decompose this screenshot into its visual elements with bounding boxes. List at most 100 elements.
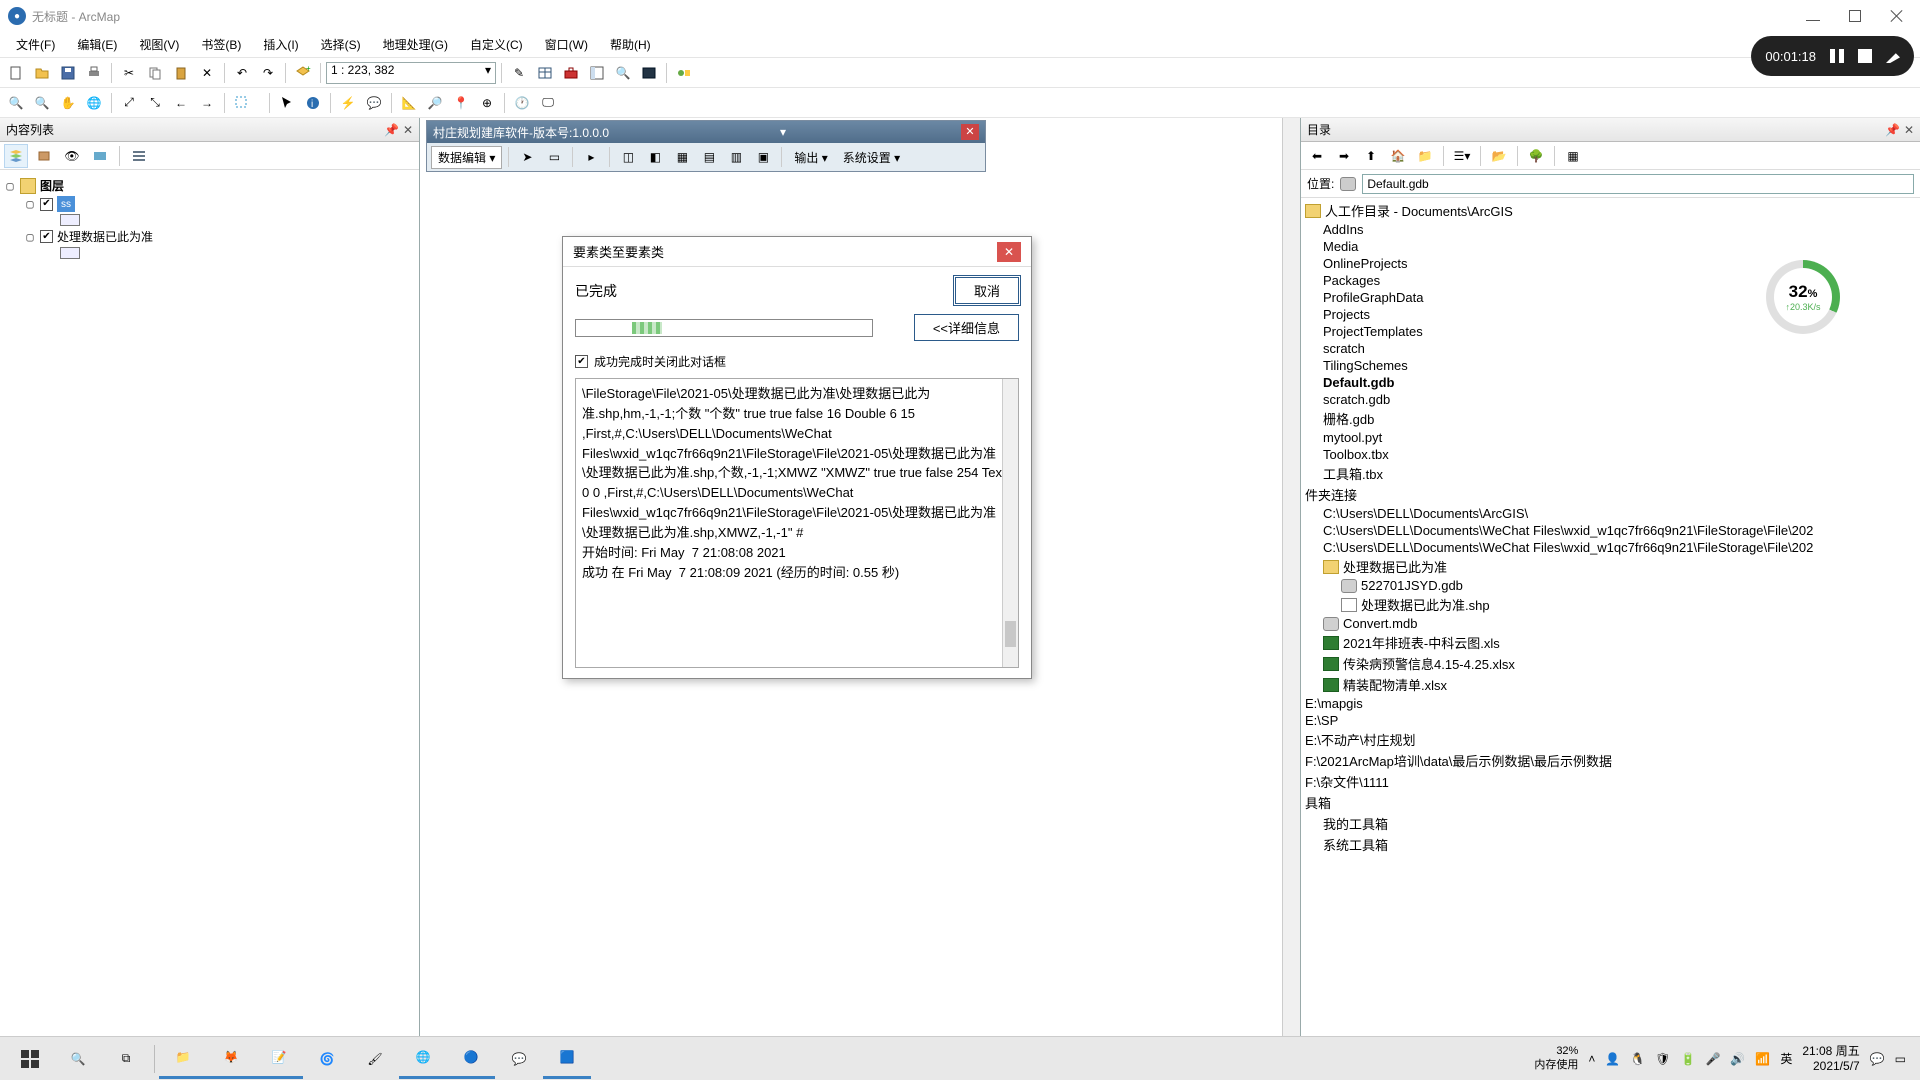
output-dropdown[interactable]: 输出 ▾ — [788, 147, 833, 168]
identify-icon[interactable]: i — [301, 91, 325, 115]
cut-icon[interactable]: ✂ — [117, 61, 141, 85]
measure-icon[interactable]: 📐 — [397, 91, 421, 115]
map-vscrollbar[interactable] — [1282, 118, 1300, 1040]
catalog-item[interactable]: C:\Users\DELL\Documents\ArcGIS\ — [1305, 505, 1916, 522]
arcmap-taskbar-icon[interactable]: 🌐 — [399, 1039, 447, 1079]
catalog-close-icon[interactable]: ✕ — [1904, 123, 1914, 137]
collapse-icon[interactable]: ▢ — [24, 197, 36, 211]
catalog-item[interactable]: C:\Users\DELL\Documents\WeChat Files\wxi… — [1305, 539, 1916, 556]
clock[interactable]: 21:08 周五2021/5/7 — [1802, 1044, 1859, 1073]
catalog-item[interactable]: 处理数据已此为准 — [1305, 556, 1916, 577]
find-route-icon[interactable]: 📍 — [449, 91, 473, 115]
hyperlink-icon[interactable]: ⚡ — [336, 91, 360, 115]
layer-checkbox[interactable] — [40, 230, 53, 243]
find-icon[interactable]: 🔎 — [423, 91, 447, 115]
layer-name[interactable]: 处理数据已此为准 — [57, 228, 153, 245]
menu-insert[interactable]: 插入(I) — [253, 33, 308, 56]
list-by-source-icon[interactable] — [32, 144, 56, 168]
firefox-taskbar-icon[interactable]: 🦊 — [207, 1039, 255, 1079]
connect-folder-icon[interactable]: 📁 — [1413, 144, 1437, 168]
tray-chevron-icon[interactable]: ˄ — [1588, 1052, 1595, 1066]
menu-customize[interactable]: 自定义(C) — [460, 33, 533, 56]
up-icon[interactable]: ⬆ — [1359, 144, 1383, 168]
notifications-icon[interactable]: 💬 — [1870, 1052, 1885, 1066]
tray-mic-icon[interactable]: 🎤 — [1705, 1052, 1720, 1066]
plugin-close-icon[interactable]: ✕ — [961, 124, 979, 140]
editor-toolbar-icon[interactable]: ✎ — [507, 61, 531, 85]
save-icon[interactable] — [56, 61, 80, 85]
toc-options-icon[interactable] — [127, 144, 151, 168]
list-view-icon[interactable]: ☰▾ — [1450, 144, 1474, 168]
zoom-in-icon[interactable]: 🔍 — [4, 91, 28, 115]
log-scrollbar[interactable] — [1002, 379, 1018, 667]
redo-icon[interactable]: ↷ — [256, 61, 280, 85]
start-button[interactable] — [6, 1039, 54, 1079]
catalog-item[interactable]: 人工作目录 - Documents\ArcGIS — [1305, 200, 1916, 221]
fixed-zoom-out-icon[interactable]: ⤡ — [143, 91, 167, 115]
collapse-icon[interactable]: ▢ — [24, 230, 36, 244]
tray-people-icon[interactable]: 👤 — [1605, 1052, 1620, 1066]
menu-edit[interactable]: 编辑(E) — [67, 33, 127, 56]
window-minimize-button[interactable] — [1806, 9, 1820, 23]
catalog-item[interactable]: 传染病预警信息4.15-4.25.xlsx — [1305, 653, 1916, 674]
html-popup-icon[interactable]: 💬 — [362, 91, 386, 115]
list-by-drawing-icon[interactable] — [4, 144, 28, 168]
time-slider-icon[interactable]: 🕐 — [510, 91, 534, 115]
details-toggle-button[interactable]: <<详细信息 — [914, 314, 1019, 341]
prev-extent-icon[interactable]: ← — [169, 91, 193, 115]
toolbox-icon[interactable] — [559, 61, 583, 85]
catalog-item[interactable]: AddIns — [1305, 221, 1916, 238]
copy-icon[interactable] — [143, 61, 167, 85]
wechat-taskbar-icon[interactable]: 💬 — [495, 1039, 543, 1079]
catalog-item[interactable]: 件夹连接 — [1305, 484, 1916, 505]
catalog-item[interactable]: scratch — [1305, 340, 1916, 357]
close-on-success-checkbox[interactable] — [575, 355, 588, 368]
catalog-item[interactable]: Media — [1305, 238, 1916, 255]
toc-pin-icon[interactable]: 📌 — [384, 123, 399, 137]
app1-taskbar-icon[interactable]: 🌀 — [303, 1039, 351, 1079]
open-icon[interactable] — [30, 61, 54, 85]
tray-battery-icon[interactable]: 🔋 — [1681, 1052, 1696, 1066]
network-speed-widget[interactable]: 32% ↑20.3K/s — [1766, 260, 1840, 334]
undo-icon[interactable]: ↶ — [230, 61, 254, 85]
print-icon[interactable] — [82, 61, 106, 85]
menu-view[interactable]: 视图(V) — [129, 33, 189, 56]
menu-file[interactable]: 文件(F) — [6, 33, 65, 56]
tool5-icon[interactable]: ▥ — [724, 145, 748, 169]
catalog-pin-icon[interactable]: 📌 — [1885, 123, 1900, 137]
model-builder-icon[interactable] — [672, 61, 696, 85]
next-extent-icon[interactable]: → — [195, 91, 219, 115]
window-maximize-button[interactable] — [1848, 9, 1862, 23]
catalog-item[interactable]: mytool.pyt — [1305, 429, 1916, 446]
catalog-item[interactable]: E:\SP — [1305, 712, 1916, 729]
arccatalog-taskbar-icon[interactable]: 🔵 — [447, 1039, 495, 1079]
collapse-icon[interactable]: ▢ — [4, 179, 16, 193]
new-icon[interactable] — [4, 61, 28, 85]
window-close-button[interactable] — [1890, 9, 1904, 23]
catalog-icon[interactable] — [585, 61, 609, 85]
back-icon[interactable]: ⬅ — [1305, 144, 1329, 168]
tool1-icon[interactable]: ◫ — [616, 145, 640, 169]
catalog-item[interactable]: C:\Users\DELL\Documents\WeChat Files\wxi… — [1305, 522, 1916, 539]
tree-view-icon[interactable]: 🌳 — [1524, 144, 1548, 168]
menu-geoprocessing[interactable]: 地理处理(G) — [373, 33, 458, 56]
recorder-taskbar-icon[interactable]: 🟦 — [543, 1039, 591, 1079]
data-edit-dropdown[interactable]: 数据编辑 ▾ — [431, 146, 502, 169]
search-icon[interactable]: 🔍 — [611, 61, 635, 85]
catalog-item[interactable]: TilingSchemes — [1305, 357, 1916, 374]
settings-dropdown[interactable]: 系统设置 ▾ — [837, 147, 906, 168]
catalog-item[interactable]: 精装配物清单.xlsx — [1305, 674, 1916, 695]
go-to-xy-icon[interactable]: ⊕ — [475, 91, 499, 115]
menu-bookmarks[interactable]: 书签(B) — [191, 33, 251, 56]
list-by-selection-icon[interactable] — [88, 144, 112, 168]
pan-icon[interactable]: ✋ — [56, 91, 80, 115]
screen-recorder-overlay[interactable]: 00:01:18 — [1751, 36, 1914, 76]
catalog-item[interactable]: 工具箱.tbx — [1305, 463, 1916, 484]
map-canvas[interactable]: 村庄规划建库软件-版本号:1.0.0.0▾✕ 数据编辑 ▾ ➤ ▭ ▸ ◫ ◧ … — [420, 118, 1300, 1058]
plugin-toolbar[interactable]: 村庄规划建库软件-版本号:1.0.0.0▾✕ 数据编辑 ▾ ➤ ▭ ▸ ◫ ◧ … — [426, 120, 986, 172]
notepad-taskbar-icon[interactable]: 📝 — [255, 1039, 303, 1079]
explorer-taskbar-icon[interactable]: 📁 — [159, 1039, 207, 1079]
app2-taskbar-icon[interactable]: 🖌 — [351, 1039, 399, 1079]
catalog-item[interactable]: 我的工具箱 — [1305, 813, 1916, 834]
catalog-item[interactable]: Toolbox.tbx — [1305, 446, 1916, 463]
